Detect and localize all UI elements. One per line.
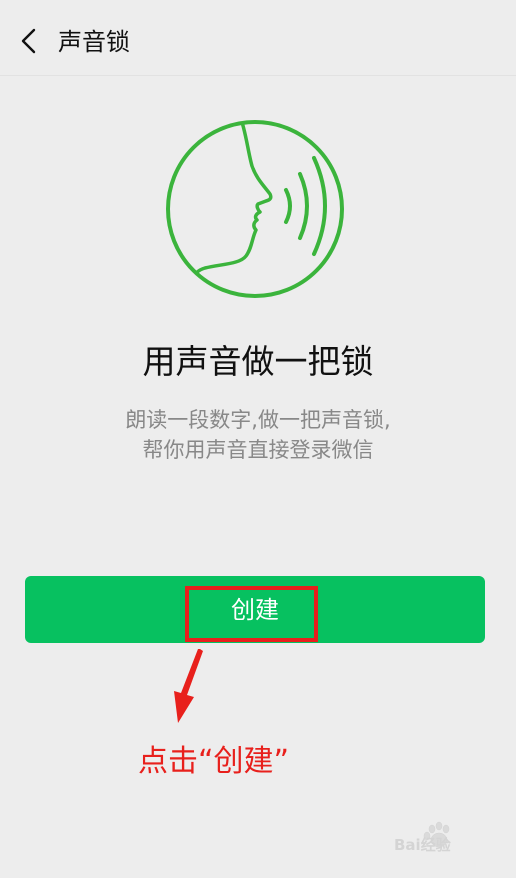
baidu-paw-logo: Bai经验 [394,821,452,854]
description-line-1: 朗读一段数字,做一把声音锁, [125,408,391,432]
description-line-2: 帮你用声音直接登录微信 [142,438,374,462]
voice-speaking-face-icon [166,120,344,298]
chevron-left-icon[interactable] [18,28,40,54]
page-title: 声音锁 [58,28,130,56]
description: 朗读一段数字,做一把声音锁, 帮你用声音直接登录微信 [0,405,516,465]
create-button[interactable]: 创建 [25,576,485,643]
annotation-text: 点击“创建” [138,744,290,779]
svg-text:Bai经验: Bai经验 [394,836,452,854]
navigation-bar: 声音锁 [0,0,516,76]
headline: 用声音做一把锁 [142,342,374,381]
arrow-down-icon [174,649,203,723]
